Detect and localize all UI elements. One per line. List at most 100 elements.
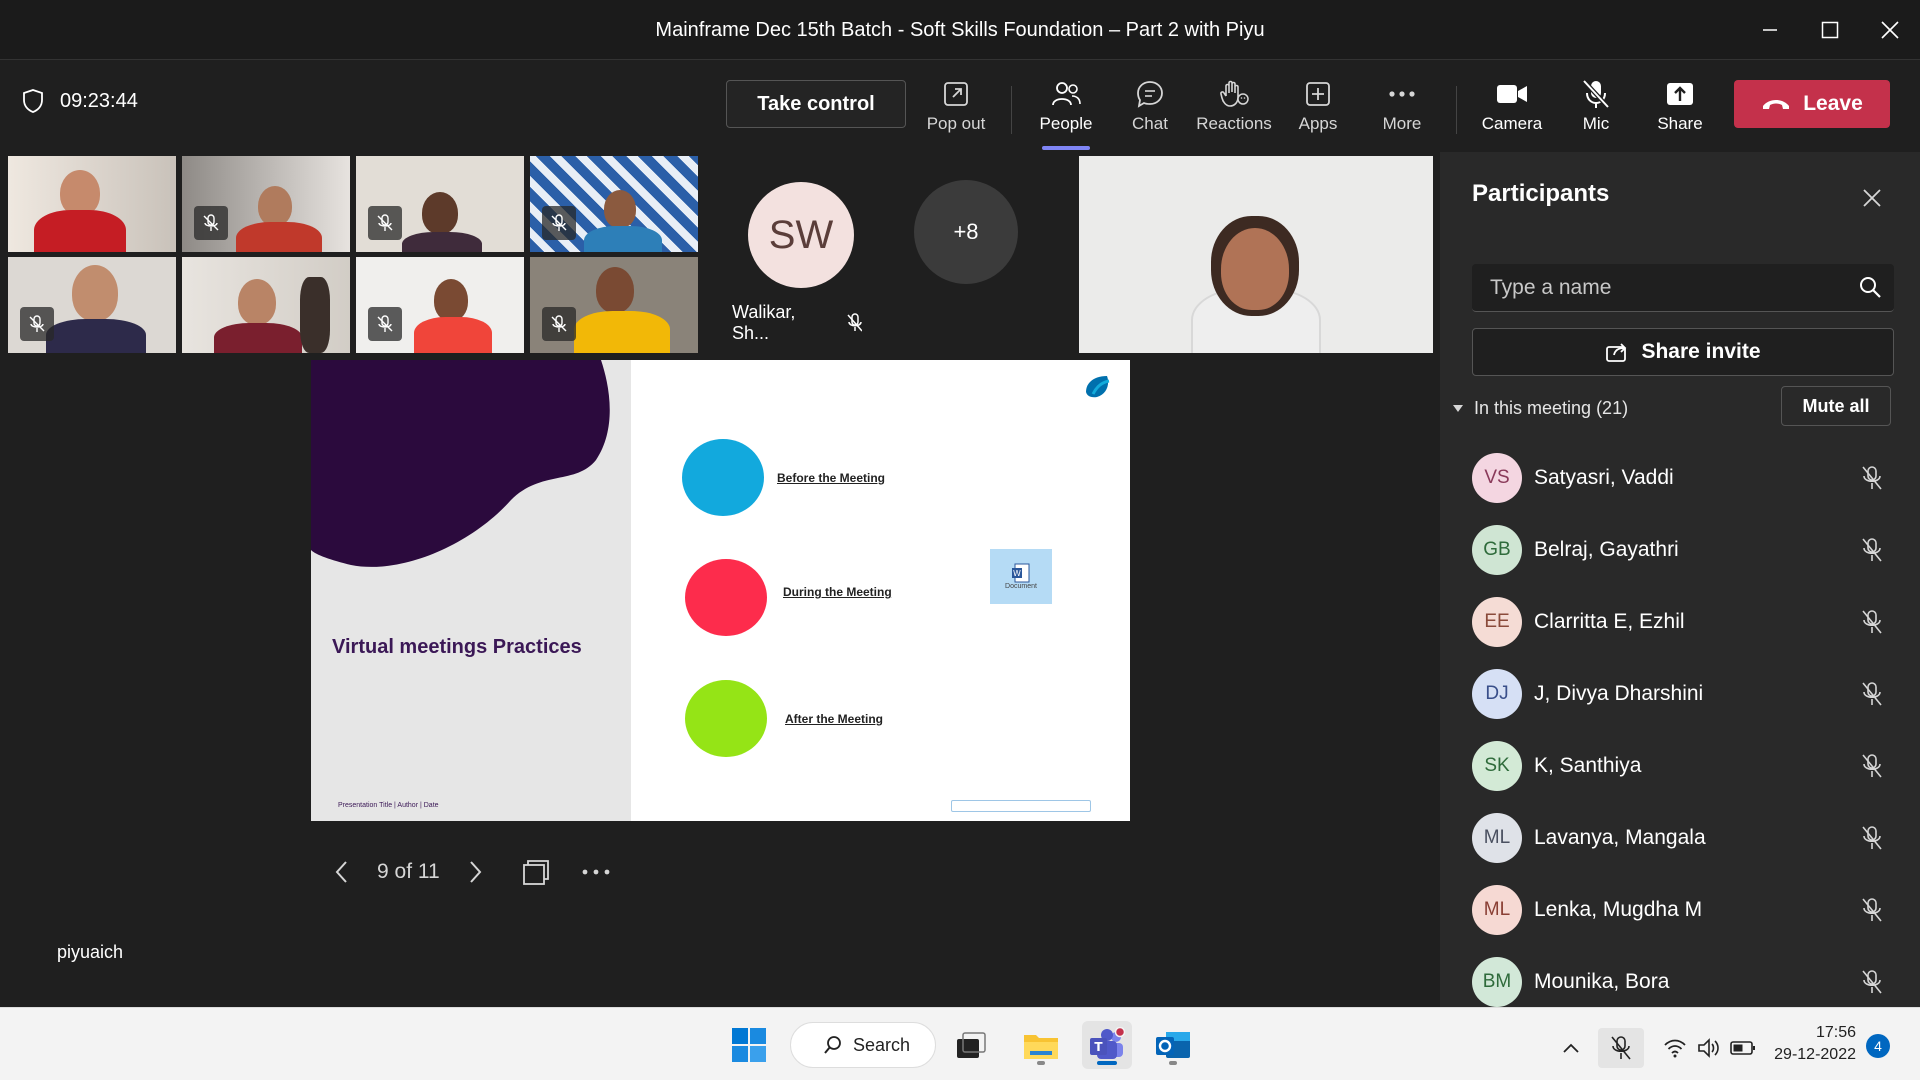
slide-more-options-button[interactable]: [566, 850, 626, 894]
windows-start-icon: [732, 1028, 766, 1062]
teams-icon: T: [1090, 1027, 1126, 1059]
battery-button[interactable]: [1726, 1032, 1760, 1064]
window-title: Mainframe Dec 15th Batch - Soft Skills F…: [655, 19, 1265, 41]
more-label: More: [1382, 114, 1422, 133]
more-participants-button[interactable]: +8: [914, 180, 1018, 284]
slide-page-indicator: 9 of 11: [377, 860, 440, 883]
avatar: BM: [1472, 957, 1522, 1007]
reactions-button[interactable]: Reactions: [1192, 74, 1276, 144]
participant-name: K, Santhiya: [1534, 754, 1642, 777]
slide-link-after[interactable]: After the Meeting: [785, 712, 883, 726]
participant-row[interactable]: DJ J, Divya Dharshini: [1440, 658, 1920, 730]
participant-row[interactable]: BM Mounika, Bora: [1440, 946, 1920, 1007]
avatar: SW: [748, 182, 854, 288]
maximize-button[interactable]: [1800, 0, 1860, 60]
camera-button[interactable]: Camera: [1470, 74, 1554, 144]
close-window-button[interactable]: [1860, 0, 1920, 60]
slide-link-during[interactable]: During the Meeting: [783, 585, 892, 599]
video-tile[interactable]: [182, 257, 350, 353]
next-slide-button[interactable]: [446, 850, 506, 894]
people-icon: [1052, 82, 1081, 106]
participant-face: [604, 190, 636, 228]
participant-row[interactable]: VS Satyasri, Vaddi: [1440, 442, 1920, 514]
embedded-document[interactable]: W Document: [990, 549, 1052, 604]
participant-mute-indicator: [542, 307, 576, 341]
mic-tray-button[interactable]: [1598, 1028, 1644, 1068]
slide-link-before[interactable]: Before the Meeting: [777, 471, 885, 485]
shared-slide[interactable]: Virtual meetings Practices Presentation …: [311, 360, 1130, 821]
wifi-button[interactable]: [1658, 1032, 1692, 1064]
in-meeting-section-toggle[interactable]: In this meeting (21): [1452, 388, 1628, 428]
app-running-indicator: [1037, 1061, 1045, 1065]
mute-all-button[interactable]: Mute all: [1781, 386, 1891, 426]
system-tray: [1554, 1028, 1760, 1068]
taskbar-search[interactable]: Search: [790, 1022, 936, 1068]
slide-circle-blue: [682, 439, 764, 516]
video-tile[interactable]: [356, 156, 524, 252]
leave-button[interactable]: Leave: [1734, 80, 1890, 128]
show-hidden-icons-button[interactable]: [1554, 1032, 1588, 1064]
more-icon: [1389, 91, 1415, 97]
pop-out-button[interactable]: Pop out: [914, 74, 998, 144]
mic-off-icon: [1862, 826, 1882, 850]
wifi-icon: [1664, 1039, 1686, 1058]
participant-name: Lenka, Mugdha M: [1534, 898, 1703, 921]
panel-title: Participants: [1472, 180, 1610, 207]
mic-button[interactable]: Mic: [1554, 74, 1638, 144]
minimize-icon: [1763, 29, 1777, 31]
close-icon: [1863, 189, 1881, 207]
title-bar: Mainframe Dec 15th Batch - Soft Skills F…: [0, 0, 1920, 60]
participant-search: [1472, 264, 1894, 312]
chat-button[interactable]: Chat: [1108, 74, 1192, 144]
close-panel-button[interactable]: [1852, 178, 1892, 218]
teams-button[interactable]: T: [1082, 1021, 1132, 1069]
apps-label: Apps: [1298, 114, 1338, 133]
participant-name: Mounika, Bora: [1534, 970, 1670, 993]
participant-avatar-tile[interactable]: SW Walikar, Sh...: [732, 182, 862, 344]
chevron-left-icon: [335, 861, 347, 883]
start-button[interactable]: [724, 1021, 774, 1069]
minimize-button[interactable]: [1740, 0, 1800, 60]
presenter-video[interactable]: [1079, 156, 1433, 353]
participant-body: [214, 323, 302, 353]
search-input[interactable]: [1472, 264, 1842, 312]
presenter-name: piyuaich: [57, 942, 124, 962]
more-button[interactable]: More: [1360, 74, 1444, 144]
share-invite-button[interactable]: Share invite: [1472, 328, 1894, 376]
search-icon[interactable]: [1858, 275, 1882, 299]
participant-row[interactable]: SK K, Santhiya: [1440, 730, 1920, 802]
take-control-button[interactable]: Take control: [726, 80, 906, 128]
windows-taskbar: Search T 17:56 29-12-2022 4: [0, 1007, 1920, 1080]
participant-row[interactable]: GB Belraj, Gayathri: [1440, 514, 1920, 586]
participant-row[interactable]: ML Lenka, Mugdha M: [1440, 874, 1920, 946]
shield-icon: [23, 89, 43, 113]
participant-body: [46, 319, 146, 353]
word-document-icon: W: [1012, 563, 1030, 583]
video-tile[interactable]: [8, 257, 176, 353]
meeting-timer-text: 09:23:44: [60, 89, 138, 112]
mic-off-icon: [377, 315, 393, 332]
video-tile[interactable]: [530, 156, 698, 252]
avatar: ML: [1472, 813, 1522, 863]
video-tile[interactable]: [356, 257, 524, 353]
volume-button[interactable]: [1692, 1032, 1726, 1064]
video-tile[interactable]: [530, 257, 698, 353]
in-meeting-section-label: In this meeting (21): [1474, 397, 1629, 418]
mic-off-icon: [1862, 970, 1882, 994]
previous-slide-button[interactable]: [311, 850, 371, 894]
background-object: [300, 277, 330, 353]
video-tile[interactable]: [8, 156, 176, 252]
clock-button[interactable]: 17:56 29-12-2022: [1764, 1022, 1856, 1066]
slide-view-button[interactable]: [506, 850, 566, 894]
participant-row[interactable]: ML Lavanya, Mangala: [1440, 802, 1920, 874]
participant-row[interactable]: EE Clarritta E, Ezhil: [1440, 586, 1920, 658]
file-explorer-button[interactable]: [1016, 1021, 1066, 1069]
people-button[interactable]: People: [1024, 74, 1108, 150]
apps-button[interactable]: Apps: [1276, 74, 1360, 144]
participant-face: [72, 265, 118, 321]
task-view-button[interactable]: [946, 1021, 996, 1069]
notification-badge[interactable]: 4: [1866, 1034, 1890, 1058]
video-tile[interactable]: [182, 156, 350, 252]
outlook-button[interactable]: [1148, 1021, 1198, 1069]
share-button[interactable]: Share: [1638, 74, 1722, 144]
